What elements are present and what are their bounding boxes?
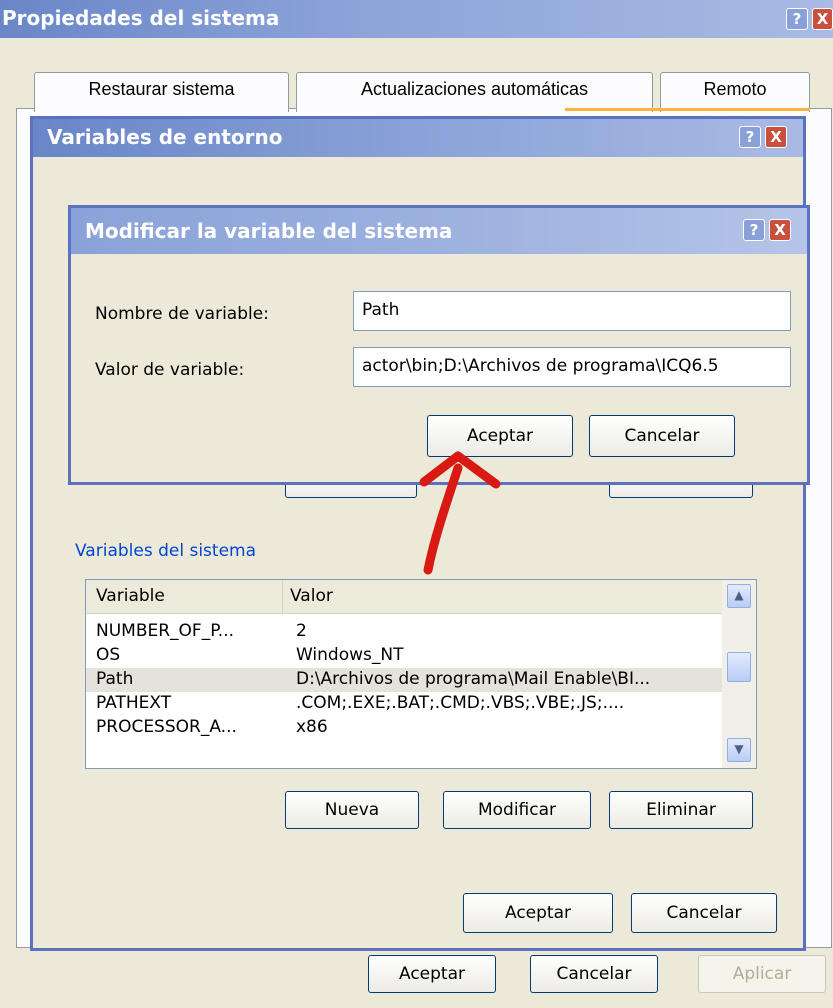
tab-restaurar-sistema[interactable]: Restaurar sistema — [34, 72, 289, 112]
help-icon[interactable]: ? — [786, 8, 808, 30]
close-icon[interactable]: X — [765, 126, 787, 148]
variable-name-input[interactable]: Path — [353, 291, 791, 331]
window-title: Propiedades del sistema — [0, 0, 833, 38]
scroll-down-icon[interactable]: ▼ — [727, 738, 751, 762]
scroll-up-icon[interactable]: ▲ — [727, 584, 751, 608]
scroll-thumb[interactable] — [727, 652, 751, 682]
variable-value-label: Valor de variable: — [95, 360, 245, 380]
table-row[interactable]: PROCESSOR_A... x86 — [86, 716, 722, 740]
variable-name-label: Nombre de variable: — [95, 304, 269, 324]
active-tab-highlight — [565, 108, 810, 111]
modify-cancel-button[interactable]: Cancelar — [589, 415, 735, 457]
column-variable[interactable]: Variable — [96, 586, 165, 606]
close-icon[interactable]: X — [769, 219, 791, 241]
system-vars-label: Variables del sistema — [75, 541, 257, 561]
outer-cancel-button[interactable]: Cancelar — [530, 955, 658, 993]
tab-remoto[interactable]: Remoto — [660, 72, 810, 112]
row-variable-name: NUMBER_OF_P... — [96, 621, 235, 641]
tab-actualizaciones[interactable]: Actualizaciones automáticas — [296, 72, 653, 112]
row-variable-name: Path — [96, 669, 134, 689]
annotation-arrow-icon — [419, 451, 501, 575]
row-variable-value: Windows_NT — [296, 645, 404, 665]
close-icon[interactable]: X — [812, 8, 833, 30]
delete-button[interactable]: Eliminar — [609, 791, 753, 829]
outer-ok-button[interactable]: Aceptar — [368, 955, 496, 993]
row-variable-value: D:\Archivos de programa\Mail Enable\BI..… — [296, 669, 651, 689]
row-variable-name: PATHEXT — [96, 693, 172, 713]
system-vars-list[interactable]: Variable Valor NUMBER_OF_P... 2 OS Windows_… — [85, 579, 757, 769]
env-ok-button[interactable]: Aceptar — [463, 893, 613, 933]
list-header: Variable Valor — [86, 580, 722, 614]
row-variable-name: PROCESSOR_A... — [96, 717, 237, 737]
table-row[interactable]: OS Windows_NT — [86, 644, 722, 668]
table-row[interactable]: PATHEXT .COM;.EXE;.BAT;.CMD;.VBS;.VBE;.JS… — [86, 692, 722, 716]
table-row[interactable]: Path D:\Archivos de programa\Mail Enable\… — [86, 668, 722, 692]
modify-button[interactable]: Modificar — [443, 791, 591, 829]
help-icon[interactable]: ? — [739, 126, 761, 148]
row-variable-value: .COM;.EXE;.BAT;.CMD;.VBS;.VBE;.JS;.... — [296, 693, 625, 713]
dialog-title: Modificar la variable del sistema — [71, 208, 807, 254]
row-variable-value: 2 — [296, 621, 307, 641]
help-icon[interactable]: ? — [743, 219, 765, 241]
vertical-scrollbar[interactable]: ▲ ▼ — [722, 580, 756, 768]
table-row[interactable]: NUMBER_OF_P... 2 — [86, 620, 722, 644]
new-button[interactable]: Nueva — [285, 791, 419, 829]
dialog-title: Variables de entorno — [33, 119, 803, 157]
row-variable-name: OS — [96, 645, 121, 665]
column-divider[interactable] — [282, 580, 283, 614]
env-cancel-button[interactable]: Cancelar — [631, 893, 777, 933]
row-variable-value: x86 — [296, 717, 328, 737]
variable-value-input[interactable]: actor\bin;D:\Archivos de programa\ICQ6.5 — [353, 347, 791, 387]
column-value[interactable]: Valor — [290, 586, 333, 606]
outer-apply-button[interactable]: Aplicar — [698, 955, 826, 993]
